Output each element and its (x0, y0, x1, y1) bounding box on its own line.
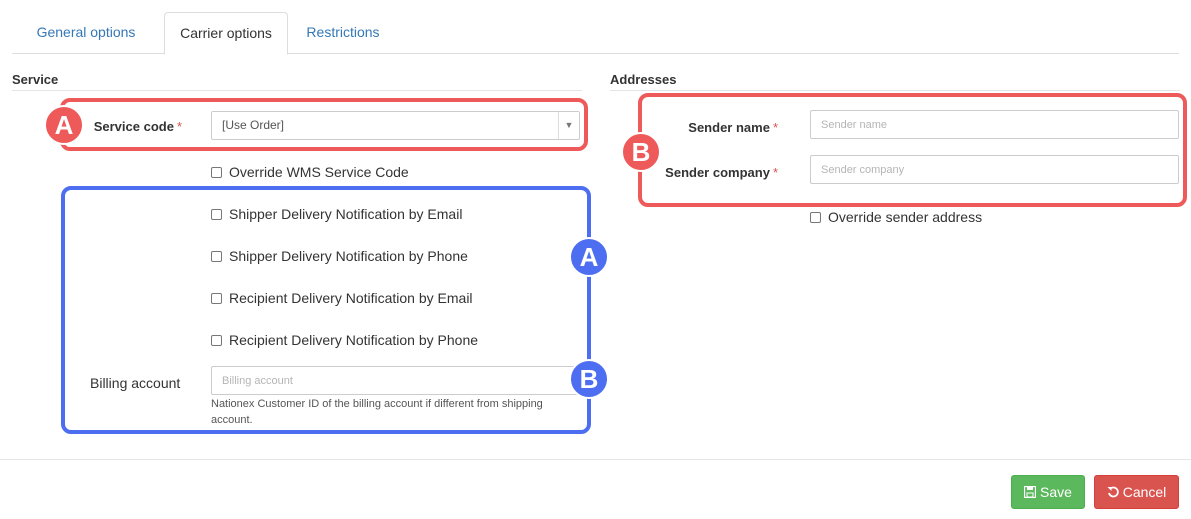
tab-restrictions[interactable]: Restrictions (295, 12, 391, 53)
annotation-frame-notifications (61, 186, 591, 434)
annotation-badge-b-red: B (621, 132, 661, 172)
override-wms-checkbox-row[interactable]: Override WMS Service Code (211, 164, 409, 180)
footer-divider (0, 459, 1191, 460)
override-sender-checkbox[interactable] (810, 211, 821, 223)
save-button-label: Save (1040, 484, 1072, 500)
service-section-title: Service (12, 72, 59, 87)
override-sender-label: Override sender address (828, 209, 983, 225)
tab-general-options[interactable]: General options (24, 12, 148, 53)
annotation-frame-sender (638, 93, 1187, 207)
annotation-frame-service-code (60, 98, 588, 151)
save-button[interactable]: Save (1011, 475, 1085, 509)
floppy-disk-icon (1024, 486, 1037, 498)
addresses-section-title: Addresses (610, 72, 677, 87)
cancel-button-label: Cancel (1122, 484, 1167, 500)
addresses-section-rule (610, 90, 1180, 91)
override-sender-checkbox-row[interactable]: Override sender address (810, 209, 982, 225)
annotation-badge-a-blue: A (569, 237, 609, 277)
tab-carrier-options[interactable]: Carrier options (164, 12, 288, 55)
override-wms-checkbox[interactable] (211, 166, 222, 178)
override-wms-label: Override WMS Service Code (229, 164, 409, 180)
cancel-button[interactable]: Cancel (1094, 475, 1179, 509)
undo-icon (1107, 486, 1119, 498)
annotation-badge-a-red: A (44, 105, 84, 145)
service-section-rule (12, 90, 582, 91)
annotation-badge-b-blue: B (569, 359, 609, 399)
